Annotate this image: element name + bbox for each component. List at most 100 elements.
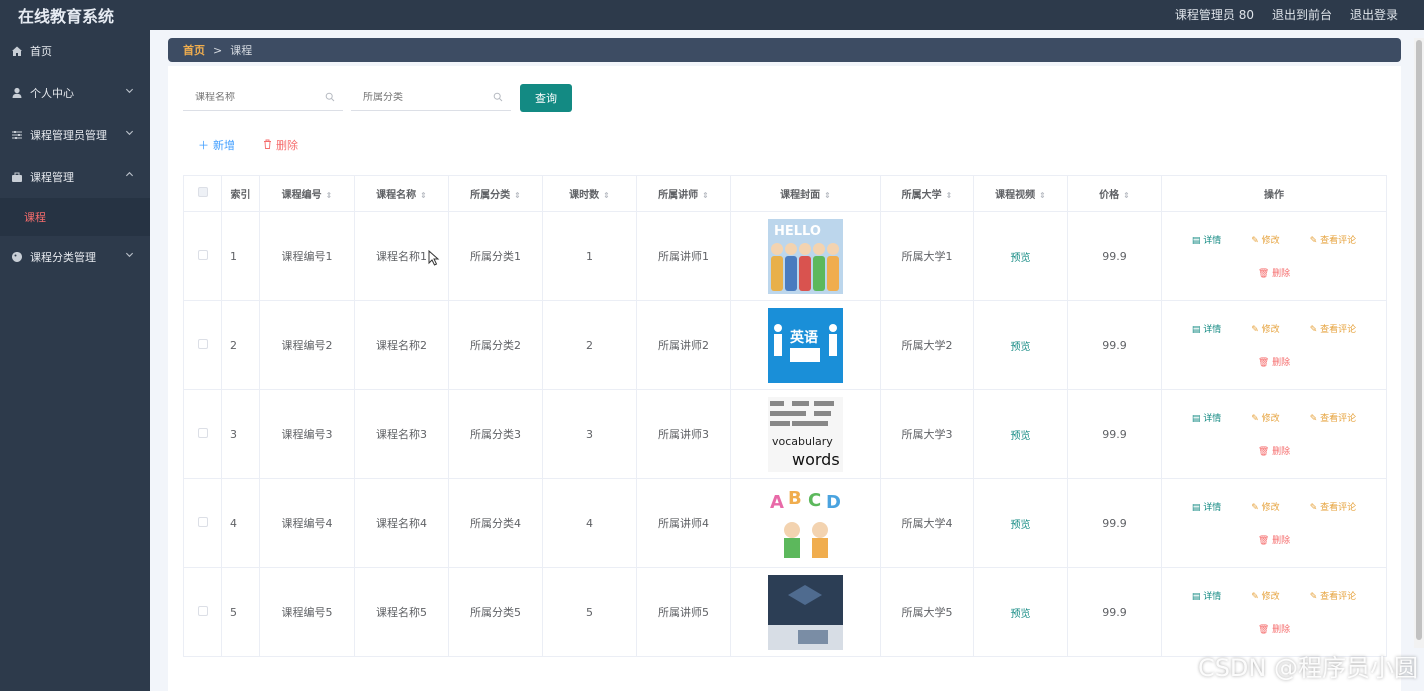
sort-icon: ⇕	[945, 190, 953, 200]
sort-icon: ⇕	[702, 190, 709, 200]
column-header[interactable]: 课程名称 ⇕	[354, 175, 449, 212]
row-delete-button[interactable]: 🗑 删除	[1168, 622, 1380, 635]
course-table: 索引 课程编号 ⇕ 课程名称 ⇕ 所属分类 ⇕ 课时数 ⇕ 所属讲师 ⇕ 课程封面 ⇕ 所属…	[183, 175, 1387, 657]
view-reviews-button[interactable]: ✎ 查看评论	[1310, 322, 1356, 335]
sort-icon: ⇕	[514, 190, 521, 200]
preview-link[interactable]: 预览	[1011, 253, 1031, 264]
column-header[interactable]: 课程封面 ⇕	[730, 175, 881, 212]
sliders-icon	[11, 129, 23, 141]
svg-text:A: A	[770, 492, 784, 513]
scrollbar-thumb[interactable]	[1416, 40, 1422, 640]
column-header: 索引	[221, 175, 260, 212]
hours-cell: 1	[542, 211, 637, 301]
course-name-search	[183, 85, 343, 111]
sort-icon: ⇕	[824, 190, 831, 200]
preview-link[interactable]: 预览	[1011, 520, 1031, 531]
column-header[interactable]: 课程视频 ⇕	[973, 175, 1068, 212]
university-cell: 所属大学2	[880, 300, 974, 390]
cover-cell: HELLO	[730, 211, 881, 301]
row-select-cell	[183, 567, 222, 657]
sidebar-item-personal-center[interactable]: 个人中心	[0, 72, 150, 114]
column-header[interactable]: 所属讲师 ⇕	[636, 175, 731, 212]
course-cover-image	[731, 574, 880, 650]
cover-cell: 英语	[730, 300, 881, 390]
actions-cell: ▤ 详情 ✎ 修改 ✎ 查看评论 🗑 删除	[1161, 300, 1387, 390]
actions-cell: ▤ 详情 ✎ 修改 ✎ 查看评论 🗑 删除	[1161, 389, 1387, 479]
row-delete-button[interactable]: 🗑 删除	[1168, 355, 1380, 368]
category-input[interactable]	[351, 92, 481, 103]
video-cell: 预览	[973, 478, 1068, 568]
code-cell: 课程编号5	[259, 567, 355, 657]
column-header[interactable]: 所属大学 ⇕	[880, 175, 974, 212]
query-button[interactable]: 查询	[520, 84, 572, 112]
user-label: 课程管理员 80	[1174, 8, 1254, 22]
detail-button[interactable]: ▤ 详情	[1192, 233, 1221, 246]
edit-button[interactable]: ✎ 修改	[1251, 411, 1279, 424]
row-checkbox[interactable]	[197, 249, 208, 260]
breadcrumb-current: 课程	[230, 44, 253, 57]
column-header[interactable]: 课时数 ⇕	[542, 175, 637, 212]
video-cell: 预览	[973, 211, 1068, 301]
column-header[interactable]: 课程编号 ⇕	[259, 175, 355, 212]
sidebar-subitem-course[interactable]: 课程	[0, 198, 150, 236]
sidebar-item-category-management[interactable]: 课程分类管理	[0, 236, 150, 278]
table-row: 3 课程编号3 课程名称3 所属分类3 3 所属讲师3 vocabulary words 所属大…	[183, 389, 1387, 479]
sort-icon: ⇕	[1123, 190, 1130, 200]
row-checkbox[interactable]	[197, 516, 208, 527]
preview-link[interactable]: 预览	[1011, 431, 1031, 442]
row-delete-button[interactable]: 🗑 删除	[1168, 266, 1380, 279]
hours-cell: 4	[542, 478, 637, 568]
row-checkbox[interactable]	[197, 605, 208, 616]
row-delete-button[interactable]: 🗑 删除	[1168, 444, 1380, 457]
video-cell: 预览	[973, 389, 1068, 479]
sidebar-item-label: 课程管理	[30, 171, 74, 184]
row-select-cell	[183, 300, 222, 390]
row-checkbox[interactable]	[197, 427, 208, 438]
course-name-input[interactable]	[183, 92, 313, 103]
view-reviews-button[interactable]: ✎ 查看评论	[1310, 500, 1356, 513]
sidebar-item-course-admin[interactable]: 课程管理员管理	[0, 114, 150, 156]
preview-link[interactable]: 预览	[1011, 609, 1031, 620]
svg-text:vocabulary: vocabulary	[772, 435, 833, 448]
edit-button[interactable]: ✎ 修改	[1251, 589, 1279, 602]
university-cell: 所属大学1	[880, 211, 974, 301]
column-header[interactable]: 价格 ⇕	[1067, 175, 1162, 212]
course-cover-image: vocabulary words	[731, 396, 880, 472]
university-cell: 所属大学5	[880, 567, 974, 657]
view-reviews-button[interactable]: ✎ 查看评论	[1310, 233, 1356, 246]
chevron-down-icon	[125, 86, 134, 98]
edit-button[interactable]: ✎ 修改	[1251, 500, 1279, 513]
delete-label: 删除	[276, 139, 298, 152]
detail-button[interactable]: ▤ 详情	[1192, 589, 1221, 602]
view-reviews-button[interactable]: ✎ 查看评论	[1310, 411, 1356, 424]
sort-icon: ⇕	[325, 190, 333, 200]
batch-delete-button[interactable]: 删除	[263, 137, 298, 153]
name-cell: 课程名称2	[354, 300, 449, 390]
detail-button[interactable]: ▤ 详情	[1192, 500, 1221, 513]
home-icon	[11, 45, 23, 57]
exit-to-front-link[interactable]: 退出到前台	[1272, 6, 1332, 23]
table-row: 2 课程编号2 课程名称2 所属分类2 2 所属讲师2 英语 所属大学2 预览 99.9 ▤ 详情 ✎…	[183, 300, 1387, 390]
code-cell: 课程编号4	[259, 478, 355, 568]
university-cell: 所属大学4	[880, 478, 974, 568]
column-header[interactable]: 所属分类 ⇕	[448, 175, 543, 212]
sidebar-item-course-management[interactable]: 课程管理	[0, 156, 150, 198]
edit-button[interactable]: ✎ 修改	[1251, 322, 1279, 335]
preview-link[interactable]: 预览	[1011, 342, 1031, 353]
index-cell: 4	[221, 478, 260, 568]
code-cell: 课程编号2	[259, 300, 355, 390]
row-delete-button[interactable]: 🗑 删除	[1168, 533, 1380, 546]
logout-link[interactable]: 退出登录	[1350, 6, 1398, 23]
svg-text:words: words	[792, 450, 840, 469]
edit-button[interactable]: ✎ 修改	[1251, 233, 1279, 246]
detail-button[interactable]: ▤ 详情	[1192, 411, 1221, 424]
row-checkbox[interactable]	[197, 338, 208, 349]
detail-button[interactable]: ▤ 详情	[1192, 322, 1221, 335]
view-reviews-button[interactable]: ✎ 查看评论	[1310, 589, 1356, 602]
breadcrumb-home[interactable]: 首页	[183, 42, 205, 58]
select-all-checkbox[interactable]	[197, 187, 208, 197]
sidebar-item-label: 课程管理员管理	[30, 129, 107, 142]
sidebar-item-home[interactable]: 首页	[0, 30, 150, 72]
page-scrollbar[interactable]	[1414, 38, 1424, 648]
add-button[interactable]: ＋ 新增	[198, 137, 235, 153]
